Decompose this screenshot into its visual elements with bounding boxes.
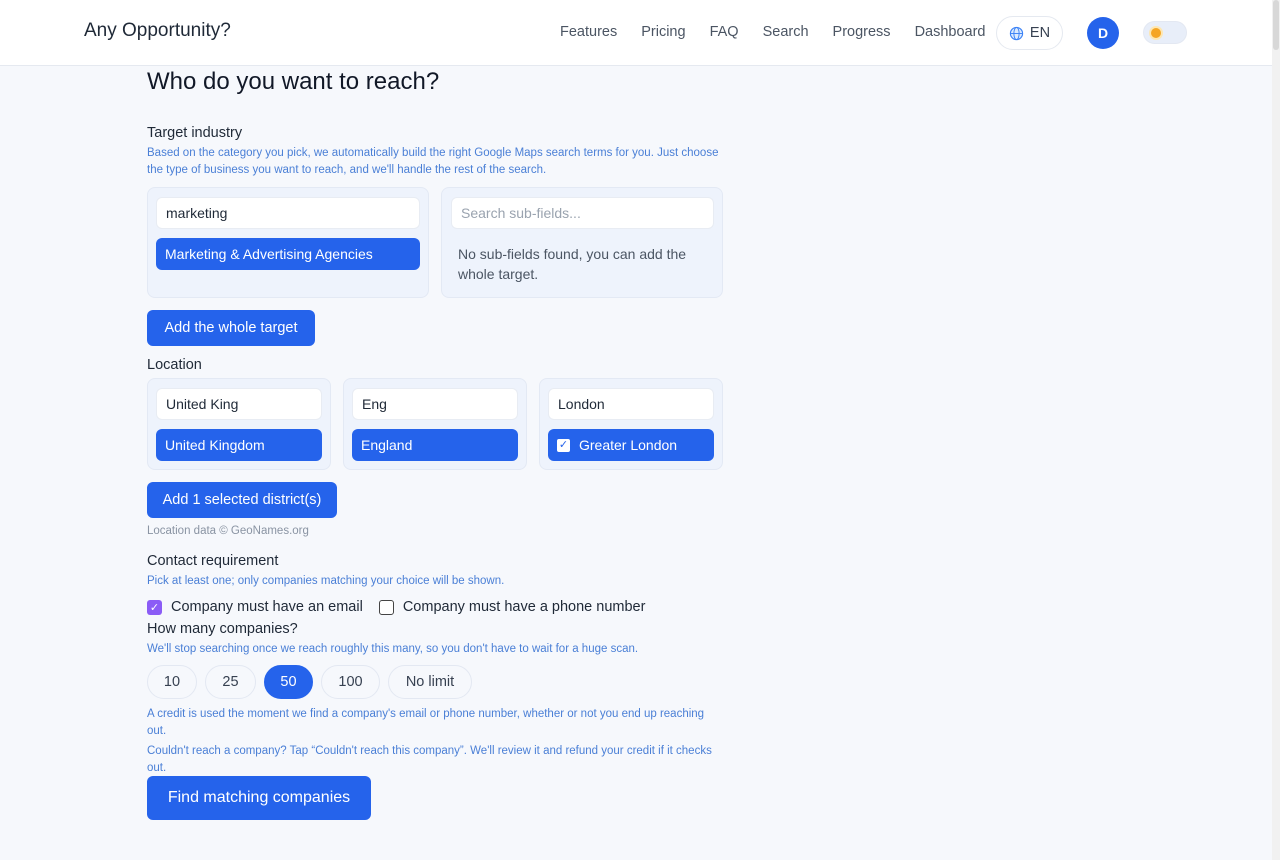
count-option-25[interactable]: 25 <box>205 665 256 699</box>
count-option-no-limit[interactable]: No limit <box>388 665 472 699</box>
industry-label: Target industry <box>147 125 243 141</box>
refund-note: Couldn't reach a company? Tap “Couldn't … <box>147 745 712 774</box>
email-checkbox-label[interactable]: Company must have an email <box>171 599 363 615</box>
page-title: Who do you want to reach? <box>147 68 440 95</box>
check-icon: ✓ <box>557 438 570 452</box>
add-whole-target-button[interactable]: Add the whole target <box>147 310 315 346</box>
count-hint: We'll stop searching once we reach rough… <box>147 643 639 655</box>
sun-icon <box>1151 28 1161 38</box>
theme-toggle[interactable] <box>1143 21 1187 44</box>
district-option-label: Greater London <box>579 437 678 453</box>
nav-search[interactable]: Search <box>763 24 809 40</box>
country-search-input[interactable] <box>156 388 322 420</box>
phone-checkbox[interactable] <box>378 599 394 615</box>
language-switcher[interactable]: EN <box>996 16 1063 50</box>
phone-checkbox-label[interactable]: Company must have a phone number <box>403 599 646 615</box>
count-option-10[interactable]: 10 <box>147 665 197 699</box>
district-option-selected[interactable]: ✓ Greater London <box>548 429 714 461</box>
nav-pricing[interactable]: Pricing <box>641 24 685 40</box>
count-option-50[interactable]: 50 <box>264 665 313 699</box>
contact-options: ✓ Company must have an email Company mus… <box>147 599 645 615</box>
country-option-selected[interactable]: United Kingdom <box>156 429 322 461</box>
subfield-empty-message: No sub-fields found, you can add the who… <box>458 246 687 282</box>
region-option-label: England <box>361 437 413 453</box>
language-label: EN <box>1029 25 1051 41</box>
subfield-search-input[interactable] <box>451 197 714 229</box>
contact-hint: Pick at least one; only companies matchi… <box>147 575 505 587</box>
add-districts-button[interactable]: Add 1 selected district(s) <box>147 482 337 518</box>
district-panel: ✓ Greater London <box>539 378 723 470</box>
contact-label: Contact requirement <box>147 553 279 569</box>
count-label: How many companies? <box>147 621 298 637</box>
district-search-input[interactable] <box>548 388 714 420</box>
nav-dashboard[interactable]: Dashboard <box>915 24 986 40</box>
industry-search-input[interactable] <box>156 197 420 229</box>
credit-note: A credit is used the moment we find a co… <box>147 708 705 737</box>
nav-features[interactable]: Features <box>560 24 617 40</box>
globe-icon <box>1009 26 1024 40</box>
region-search-input[interactable] <box>352 388 518 420</box>
count-option-100[interactable]: 100 <box>321 665 380 699</box>
country-panel: United Kingdom <box>147 378 331 470</box>
region-panel: England <box>343 378 527 470</box>
scrollbar-thumb[interactable] <box>1273 0 1279 50</box>
brand-logo[interactable]: Any Opportunity? <box>84 20 231 42</box>
geonames-credit: Location data © GeoNames.org <box>147 525 309 537</box>
industry-hint: Based on the category you pick, we autom… <box>147 147 719 176</box>
top-navbar: Any Opportunity? Features Pricing FAQ Se… <box>0 0 1272 66</box>
location-label: Location <box>147 357 202 373</box>
country-option-label: United Kingdom <box>165 437 265 453</box>
industry-option-label: Marketing & Advertising Agencies <box>165 246 373 262</box>
main-nav: Features Pricing FAQ Search Progress Das… <box>560 24 1010 40</box>
industry-panel: Marketing & Advertising Agencies <box>147 187 429 298</box>
nav-progress[interactable]: Progress <box>833 24 891 40</box>
region-option-selected[interactable]: England <box>352 429 518 461</box>
email-checkbox[interactable]: ✓ <box>147 599 162 615</box>
subfield-panel: No sub-fields found, you can add the who… <box>441 187 723 298</box>
user-avatar[interactable]: D <box>1087 17 1119 49</box>
nav-faq[interactable]: FAQ <box>710 24 739 40</box>
industry-option-selected[interactable]: Marketing & Advertising Agencies <box>156 238 420 270</box>
page-scrollbar[interactable] <box>1272 0 1280 860</box>
find-companies-button[interactable]: Find matching companies <box>147 776 371 820</box>
